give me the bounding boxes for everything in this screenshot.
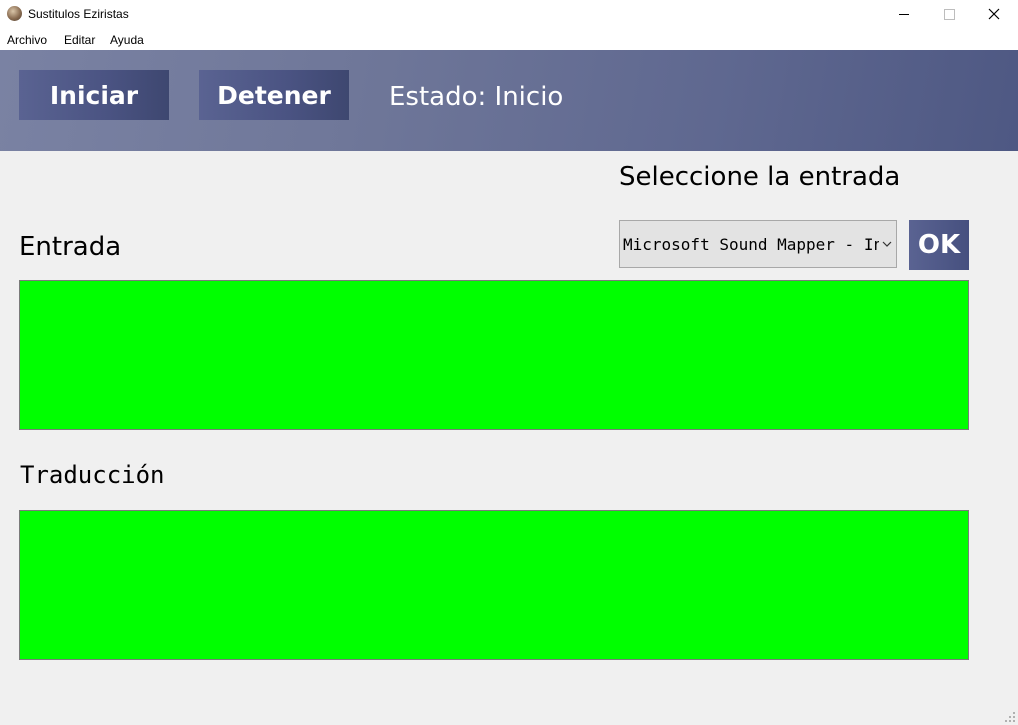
confirm-input-button[interactable]: OK [909, 220, 969, 270]
app-logo-icon [7, 6, 22, 21]
maximize-button[interactable] [926, 0, 972, 28]
close-button[interactable] [971, 0, 1017, 28]
menu-ayuda[interactable]: Ayuda [110, 33, 144, 47]
menu-bar: Archivo Editar Ayuda [0, 28, 1018, 50]
title-bar: Sustitulos Eziristas [0, 0, 1018, 28]
stop-button[interactable]: Detener [199, 70, 349, 120]
minimize-icon [899, 13, 909, 15]
input-device-value: Microsoft Sound Mapper - Input [623, 235, 879, 254]
input-text-area[interactable] [19, 280, 969, 430]
header-bar: Iniciar Detener Estado: Inicio [0, 50, 1018, 151]
window-title: Sustitulos Eziristas [28, 7, 129, 21]
input-select-label: Seleccione la entrada [619, 162, 901, 192]
resize-grip-icon[interactable] [1004, 711, 1016, 723]
translation-text-area[interactable] [19, 510, 969, 660]
status-text: Estado: Inicio [389, 82, 564, 112]
input-device-select[interactable]: Microsoft Sound Mapper - Input [619, 220, 897, 268]
minimize-button[interactable] [881, 0, 927, 28]
maximize-icon [943, 8, 955, 20]
menu-archivo[interactable]: Archivo [7, 33, 47, 47]
chevron-down-icon [882, 237, 892, 251]
translation-panel-label: Traducción [20, 461, 165, 489]
menu-editar[interactable]: Editar [64, 33, 95, 47]
input-panel-label: Entrada [19, 232, 122, 262]
close-icon [988, 8, 1000, 20]
start-button[interactable]: Iniciar [19, 70, 169, 120]
